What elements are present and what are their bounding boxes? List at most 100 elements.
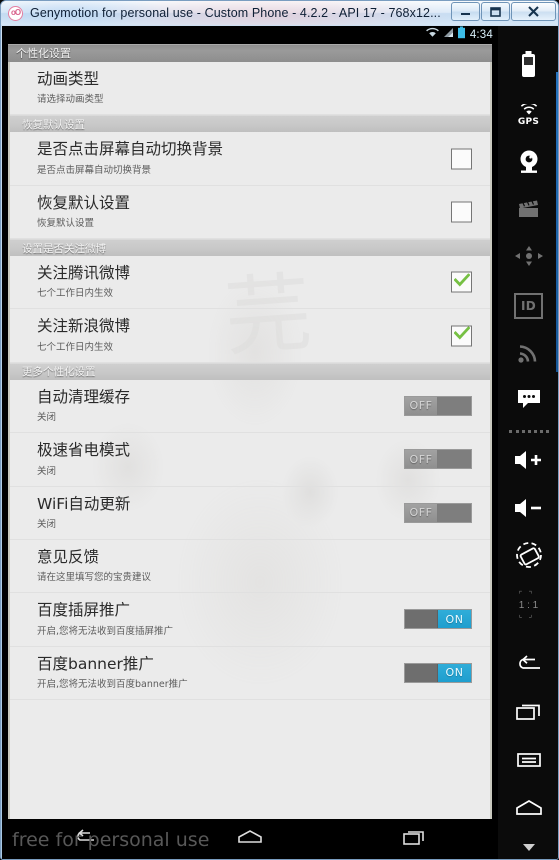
switch-knob: ON bbox=[438, 663, 471, 682]
chevron-down-icon bbox=[522, 843, 535, 851]
toolbar-battery-button[interactable] bbox=[498, 44, 558, 92]
settings-switch[interactable]: OFF bbox=[404, 395, 472, 416]
window-title-bar: oO Genymotion for personal use - Custom … bbox=[1, 1, 558, 25]
settings-row[interactable]: 极速省电模式 关闭 OFF bbox=[10, 433, 490, 487]
genymotion-logo-text: oO bbox=[10, 8, 21, 17]
video-recorder-icon bbox=[516, 197, 542, 224]
toolbar-menu-button[interactable] bbox=[498, 739, 558, 787]
settings-row[interactable]: 百度banner推广 开启,您将无法收到百度banner推广 ON bbox=[10, 647, 490, 700]
settings-switch[interactable]: ON bbox=[404, 609, 472, 630]
minimize-button[interactable] bbox=[451, 2, 480, 21]
settings-checkbox[interactable] bbox=[451, 271, 472, 293]
settings-row[interactable]: 百度插屏推广 开启,您将无法收到百度插屏推广 ON bbox=[10, 593, 490, 647]
dpad-icon bbox=[514, 245, 544, 272]
toolbar-more-button[interactable] bbox=[498, 834, 558, 859]
settings-list-container[interactable]: 芫 动画类型 请选择动画类型 恢复默认设置 是否点击屏幕自动切换背景 是否点击屏幕自动切… bbox=[8, 62, 492, 845]
toolbar-dpad-button[interactable] bbox=[498, 235, 558, 283]
volume-down-icon bbox=[513, 497, 545, 524]
toolbar-gps-button[interactable]: GPS bbox=[498, 92, 558, 140]
section-header: 更多个性化设置 bbox=[10, 362, 490, 380]
toolbar-home-button[interactable] bbox=[498, 787, 558, 835]
home-icon bbox=[514, 798, 544, 823]
switch-track bbox=[438, 503, 471, 522]
switch-track bbox=[438, 450, 471, 469]
settings-row-title: 恢复默认设置 bbox=[37, 193, 131, 212]
toolbar-back-button[interactable] bbox=[498, 643, 558, 691]
settings-row[interactable]: WiFi自动更新 关闭 OFF bbox=[10, 487, 490, 540]
recents-icon[interactable] bbox=[402, 827, 428, 852]
toolbar-rotate-screen-button[interactable] bbox=[498, 534, 558, 582]
settings-row-summary: 恢复默认设置 bbox=[37, 218, 95, 230]
settings-row[interactable]: 关注腾讯微博 七个工作日内生效 bbox=[10, 256, 490, 310]
recents-icon bbox=[515, 701, 543, 728]
close-button[interactable] bbox=[511, 2, 556, 21]
check-icon bbox=[453, 326, 470, 345]
genymotion-window: oO Genymotion for personal use - Custom … bbox=[0, 0, 559, 860]
genymotion-toolbar: GPS ID ⌜⌝ 1: 1 ⌞⌟ bbox=[498, 26, 558, 859]
settings-row-title: 意见反馈 bbox=[37, 547, 100, 566]
settings-row[interactable]: 动画类型请选择动画类型 bbox=[10, 62, 490, 116]
wifi-icon bbox=[425, 26, 440, 44]
settings-row[interactable]: 恢复默认设置 恢复默认设置 bbox=[10, 186, 490, 240]
toolbar-recents-button[interactable] bbox=[498, 691, 558, 739]
toolbar-camera-button[interactable] bbox=[498, 139, 558, 187]
status-bar-clock: 4:34 bbox=[469, 29, 493, 41]
toolbar-sms-button[interactable] bbox=[498, 378, 558, 426]
toolbar-screen-ratio-button[interactable]: ⌜⌝ 1 : 1 ⌞⌟ bbox=[498, 582, 558, 630]
toolbar-video-recorder-button[interactable] bbox=[498, 187, 558, 235]
settings-switch[interactable]: ON bbox=[404, 662, 472, 683]
widget-slot bbox=[451, 325, 472, 347]
switch-track bbox=[405, 610, 438, 629]
back-icon bbox=[514, 655, 544, 680]
widget-slot: OFF bbox=[404, 395, 472, 416]
window-title: Genymotion for personal use - Custom Pho… bbox=[30, 6, 441, 20]
widget-slot: ON bbox=[404, 609, 472, 630]
section-header: 设置是否关注微博 bbox=[10, 239, 490, 257]
identifiers-label: ID bbox=[520, 299, 537, 314]
android-status-bar: 4:34 bbox=[2, 26, 498, 44]
toolbar-volume-down-button[interactable] bbox=[498, 486, 558, 534]
settings-switch[interactable]: OFF bbox=[404, 502, 472, 523]
settings-row[interactable]: 自动清理缓存 关闭 OFF bbox=[10, 380, 490, 434]
settings-row-summary: 七个工作日内生效 bbox=[37, 341, 114, 353]
gps-label: GPS bbox=[517, 117, 540, 128]
section-header: 恢复默认设置 bbox=[10, 115, 490, 133]
settings-row-title: 动画类型 bbox=[37, 70, 100, 88]
settings-row[interactable]: 关注新浪微博七个工作日内生效 bbox=[10, 309, 490, 363]
maximize-button[interactable] bbox=[481, 2, 510, 21]
app-title-bar: 个性化设置 bbox=[8, 44, 492, 62]
toolbar-volume-up-button[interactable] bbox=[498, 439, 558, 487]
nav-recents-slot[interactable] bbox=[333, 827, 498, 852]
battery-icon bbox=[457, 26, 466, 44]
toolbar-network-button[interactable] bbox=[498, 330, 558, 378]
gps-icon: GPS bbox=[518, 104, 540, 127]
settings-row-title: 关注新浪微博 bbox=[37, 317, 131, 336]
android-screen: 4:34 个性化设置 芫 动画类型 请选择动画类型 恢复默认设置 是否点击屏幕自动切换… bbox=[2, 26, 498, 859]
home-icon[interactable] bbox=[236, 828, 264, 851]
genymotion-logo-icon: oO bbox=[8, 5, 23, 21]
settings-row-summary: 请在这里填写您的宝贵建议 bbox=[37, 572, 152, 584]
settings-list: 动画类型 请选择动画类型 恢复默认设置 是否点击屏幕自动切换背景 是否点击屏幕自动切换背… bbox=[10, 62, 490, 700]
settings-row-title: 是否点击屏幕自动切换背景 bbox=[37, 140, 224, 159]
settings-checkbox[interactable] bbox=[451, 201, 472, 223]
switch-knob: OFF bbox=[405, 503, 438, 522]
signal-icon bbox=[443, 26, 454, 44]
status-bar-icons bbox=[425, 26, 466, 44]
settings-checkbox[interactable] bbox=[451, 148, 472, 170]
settings-switch[interactable]: OFF bbox=[404, 449, 472, 470]
settings-row[interactable]: 是否点击屏幕自动切换背景 是否点击屏幕自动切换背景 bbox=[10, 132, 490, 186]
settings-checkbox[interactable] bbox=[451, 325, 472, 347]
settings-row[interactable]: 意见反馈请在这里填写您的宝贵建议 bbox=[10, 540, 490, 594]
identifiers-icon: ID bbox=[513, 293, 544, 320]
widget-slot: OFF bbox=[404, 502, 472, 523]
menu-icon bbox=[516, 750, 542, 775]
settings-row-summary: 请选择动画类型 bbox=[37, 94, 104, 106]
camera-icon bbox=[516, 148, 542, 179]
battery-icon bbox=[520, 51, 537, 84]
widget-slot bbox=[451, 148, 472, 170]
volume-up-icon bbox=[513, 449, 545, 476]
widget-slot bbox=[451, 201, 472, 223]
widget-slot bbox=[451, 271, 472, 293]
toolbar-identifiers-button[interactable]: ID bbox=[498, 283, 558, 331]
settings-row-summary: 七个工作日内生效 bbox=[37, 288, 114, 300]
